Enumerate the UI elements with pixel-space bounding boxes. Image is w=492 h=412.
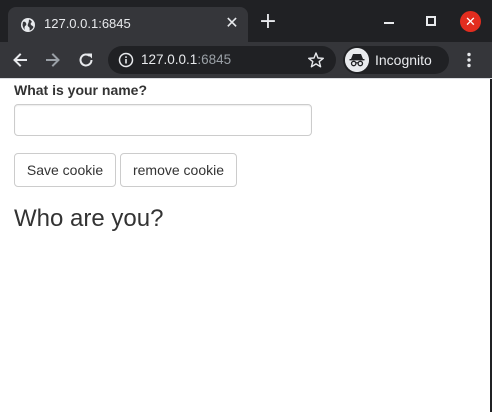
greeting-heading: Who are you? [14,205,164,232]
remove-cookie-button[interactable]: remove cookie [120,153,237,187]
url-host: 127.0.0.1 [141,52,198,67]
incognito-badge[interactable]: Incognito [343,46,449,74]
maximize-icon[interactable] [426,16,436,26]
name-label: What is your name? [14,82,148,98]
star-icon[interactable] [307,51,325,69]
tab-strip: 127.0.0.1:6845 ✕ + ✕ [0,0,492,42]
url-port: :6845 [197,52,232,67]
tab-title: 127.0.0.1:6845 [44,16,131,31]
info-icon[interactable] [118,52,134,68]
browser-window: 127.0.0.1:6845 ✕ + ✕ 127.0.0.1:6845 Inco… [0,0,492,412]
incognito-label: Incognito [375,52,432,68]
window-close-icon[interactable]: ✕ [460,11,481,32]
page-content: What is your name? Save cookie remove co… [0,79,490,412]
new-tab-icon[interactable]: + [258,11,278,33]
globe-icon [21,18,35,32]
save-cookie-button[interactable]: Save cookie [14,153,116,187]
tab-close-icon[interactable]: ✕ [224,16,240,32]
back-arrow-icon[interactable] [10,50,30,70]
reload-icon[interactable] [76,50,96,70]
address-bar[interactable]: 127.0.0.1:6845 [108,46,336,74]
browser-toolbar: 127.0.0.1:6845 Incognito [0,42,492,78]
name-input[interactable] [14,104,312,136]
browser-tab[interactable]: 127.0.0.1:6845 ✕ [8,7,248,42]
minimize-icon[interactable] [384,22,394,24]
address-url: 127.0.0.1:6845 [141,52,231,67]
more-vert-icon[interactable] [459,51,479,69]
forward-arrow-icon[interactable] [43,50,63,70]
incognito-icon [345,48,369,72]
